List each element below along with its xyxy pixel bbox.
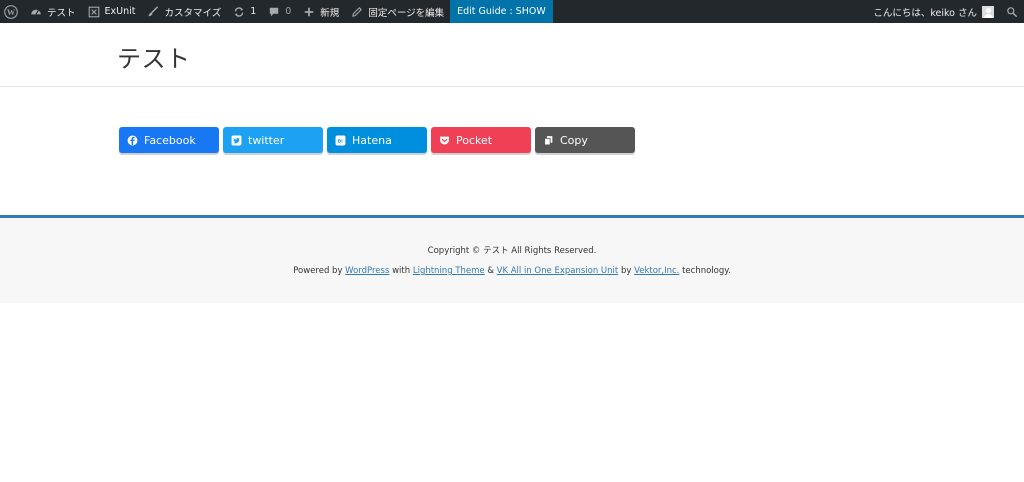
admin-bar: W テスト ExUnit カスタマイズ 1 0 新規 固定ページを編集 Edit… xyxy=(0,0,1024,23)
updates-icon xyxy=(233,6,245,18)
twitter-share-button[interactable]: twitter xyxy=(223,127,323,153)
customize-menu[interactable]: カスタマイズ xyxy=(141,0,227,23)
updates-count: 1 xyxy=(250,6,257,17)
edit-guide-toggle[interactable]: Edit Guide : SHOW xyxy=(450,0,553,23)
svg-text:W: W xyxy=(7,7,16,16)
new-content-menu[interactable]: 新規 xyxy=(297,0,345,23)
pocket-icon xyxy=(439,135,450,146)
technology-text: technology. xyxy=(682,266,731,276)
avatar xyxy=(982,5,994,18)
lightning-theme-link[interactable]: Lightning Theme xyxy=(413,266,485,276)
admin-bar-left: W テスト ExUnit カスタマイズ 1 0 新規 固定ページを編集 Edit… xyxy=(0,0,553,23)
comments-menu[interactable]: 0 xyxy=(262,0,297,23)
facebook-label: Facebook xyxy=(144,133,196,147)
copy-label: Copy xyxy=(560,133,588,147)
comment-icon xyxy=(268,6,280,18)
hatena-icon: B! xyxy=(335,135,346,146)
site-title[interactable]: テスト xyxy=(117,39,191,74)
exunit-icon xyxy=(88,6,100,18)
edit-page-label: 固定ページを編集 xyxy=(368,7,445,19)
with-text: with xyxy=(392,266,411,276)
wordpress-menu[interactable]: W xyxy=(0,0,24,23)
site-header: テスト xyxy=(0,23,1024,87)
svg-text:B!: B! xyxy=(338,138,344,144)
copyright-text: Copyright © テスト All Rights Reserved. xyxy=(427,246,597,256)
paintbrush-icon xyxy=(147,5,159,18)
vk-expansion-unit-link[interactable]: VK All in One Expansion Unit xyxy=(497,266,619,276)
hatena-share-button[interactable]: B! Hatena xyxy=(327,127,427,153)
new-content-label: 新規 xyxy=(320,7,340,19)
site-name-label: テスト xyxy=(47,7,76,19)
site-name-menu[interactable]: テスト xyxy=(24,0,82,23)
copy-share-button[interactable]: Copy xyxy=(535,127,635,153)
ampersand-text: & xyxy=(487,266,494,276)
facebook-share-button[interactable]: Facebook xyxy=(119,127,219,153)
search-icon xyxy=(1006,6,1018,18)
comments-count: 0 xyxy=(285,6,292,17)
facebook-icon xyxy=(127,135,138,146)
pocket-share-button[interactable]: Pocket xyxy=(431,127,531,153)
exunit-label: ExUnit xyxy=(104,6,136,17)
vektor-link[interactable]: Vektor,Inc. xyxy=(634,266,679,276)
wordpress-logo-icon: W xyxy=(4,4,18,19)
greeting-text: こんにちは、keiko さん xyxy=(873,7,977,19)
search-button[interactable] xyxy=(1000,0,1024,23)
my-account-menu[interactable]: こんにちは、keiko さん xyxy=(867,0,1000,23)
powered-by-line: Powered by WordPress with Lightning Them… xyxy=(0,266,1024,276)
twitter-label: twitter xyxy=(248,133,285,147)
hatena-label: Hatena xyxy=(352,133,392,147)
wordpress-link[interactable]: WordPress xyxy=(345,266,389,276)
by-text: by xyxy=(620,266,632,276)
plus-icon xyxy=(303,6,315,18)
powered-by-text: Powered by xyxy=(293,266,343,276)
copy-icon xyxy=(543,135,554,146)
twitter-icon xyxy=(231,135,242,146)
admin-bar-right: こんにちは、keiko さん xyxy=(867,0,1024,23)
edit-page-menu[interactable]: 固定ページを編集 xyxy=(345,0,450,23)
customize-label: カスタマイズ xyxy=(164,7,222,19)
pocket-label: Pocket xyxy=(456,133,493,147)
pencil-icon xyxy=(351,6,363,18)
exunit-menu[interactable]: ExUnit xyxy=(82,0,142,23)
dashboard-icon xyxy=(30,6,42,18)
updates-menu[interactable]: 1 xyxy=(227,0,262,23)
share-buttons: Facebook twitter B! Hatena Pocket Copy xyxy=(119,127,639,153)
site-footer: Copyright © テスト All Rights Reserved. Pow… xyxy=(0,215,1024,303)
